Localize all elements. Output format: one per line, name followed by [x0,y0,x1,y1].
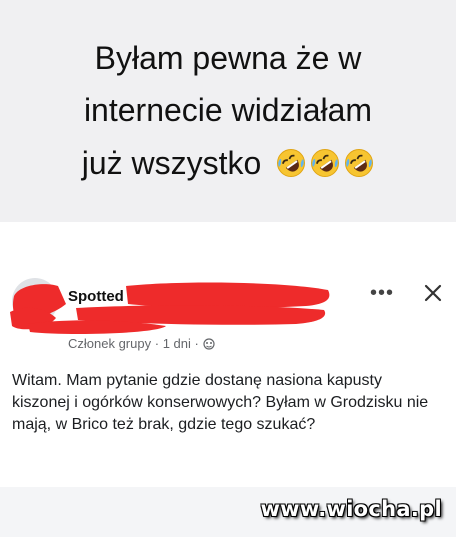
caption-line-3: już wszystko [0,143,456,183]
caption-line-1: Byłam pewna że w [94,40,362,76]
meme-caption: Byłam pewna że w internecie widziałam ju… [0,0,456,222]
facebook-post-card: Spotted Członek grupy · 1 dni · ••• Wita… [0,222,456,487]
emoji-row [276,148,374,178]
caption-line-3-text: już wszystko [81,145,262,181]
member-role: Członek grupy [68,336,152,352]
caption-line-2: internecie widziałam [83,92,373,128]
site-watermark: www.wiocha.pl [260,497,442,521]
rolling-laughing-emoji-icon [311,149,340,177]
post-meta: Członek grupy · 1 dni · [68,335,215,351]
meta-separator: · [154,336,160,352]
rolling-laughing-emoji-icon [345,149,374,177]
close-icon[interactable] [422,282,444,304]
post-time[interactable]: 1 dni [163,336,191,351]
meta-separator-2: · [194,336,199,352]
rolling-laughing-emoji-icon [277,149,306,177]
red-redaction-scribble [10,282,330,334]
audience-icon[interactable] [202,337,215,350]
post-text: Witam. Mam pytanie gdzie dostanę nasiona… [12,372,429,433]
more-options-button[interactable]: ••• [370,282,394,305]
